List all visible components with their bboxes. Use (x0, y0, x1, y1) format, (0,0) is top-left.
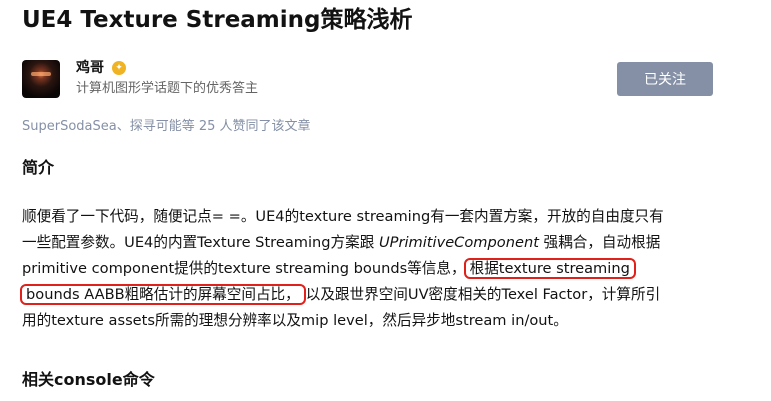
gold-badge-icon: ✦ (112, 61, 126, 75)
avatar-glow (31, 72, 51, 76)
follow-button[interactable]: 已关注 (617, 62, 713, 96)
highlight-box: bounds AABB粗略估计的屏幕空间占比， (20, 284, 306, 305)
paragraph-text: primitive component提供的texture streaming … (22, 260, 466, 277)
paragraph-line-2: 一些配置参数。UE4的内置Texture Streaming方案跟 UPrimi… (22, 230, 722, 256)
paragraph-line-3: primitive component提供的texture streaming … (22, 256, 722, 282)
paragraph-line-4: bounds AABB粗略估计的屏幕空间占比， 以及跟世界空间UV密度相关的Tex… (20, 282, 722, 308)
paragraph-line-1: 顺便看了一下代码，随便记点= =。UE4的texture streaming有一… (22, 208, 664, 225)
paragraph-line-5: 用的texture assets所需的理想分辨率以及mip level，然后异步… (22, 312, 568, 329)
author-description: 计算机图形学话题下的优秀答主 (76, 81, 259, 96)
paragraph-text: 一些配置参数。UE4的内置Texture Streaming方案跟 (22, 234, 379, 251)
highlight-box: 根据texture streaming (463, 258, 636, 279)
intro-paragraph: 顺便看了一下代码，随便记点= =。UE4的texture streaming有一… (20, 204, 722, 334)
paragraph-text: 强耦合，自动根据 (538, 234, 661, 251)
author-avatar[interactable] (22, 60, 60, 98)
article-title: UE4 Texture Streaming策略浅析 (22, 7, 413, 33)
author-name[interactable]: 鸡哥 (76, 58, 104, 78)
section-heading-console: 相关console命令 (22, 370, 155, 389)
likes-summary[interactable]: SuperSodaSea、探寻可能等 25 人赞同了该文章 (22, 118, 311, 136)
code-term: UPrimitiveComponent (378, 234, 539, 251)
section-heading-intro: 简介 (22, 158, 55, 177)
paragraph-text: 以及跟世界空间UV密度相关的Texel Factor，计算所引 (305, 286, 661, 303)
